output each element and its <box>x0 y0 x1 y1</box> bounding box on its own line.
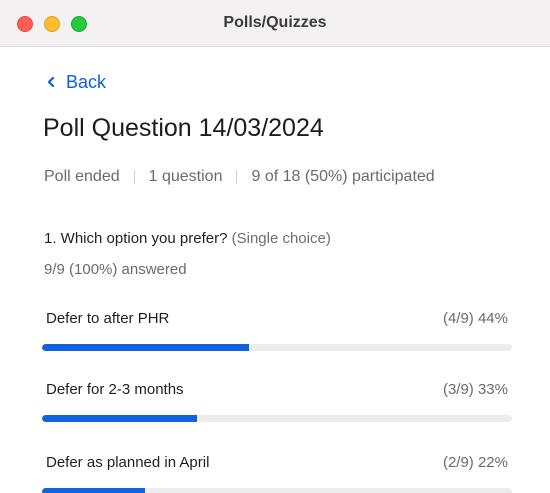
result-bar-track <box>42 344 512 351</box>
result-bar-fill <box>42 488 146 493</box>
window-title: Polls/Quizzes <box>223 14 327 31</box>
option-result: (2/9) 22% <box>442 454 508 471</box>
result-bar-track <box>42 488 512 493</box>
polls-window: Polls/Quizzes Back Poll Question 14/03/2… <box>0 0 550 493</box>
question-heading: 1. Which option you prefer? (Single choi… <box>44 230 331 247</box>
result-bar-fill <box>42 344 249 351</box>
participation-count: 9 of 18 (50%) participated <box>251 168 435 185</box>
option-label: Defer to after PHR <box>46 310 170 327</box>
option-result: (3/9) 33% <box>442 381 508 398</box>
option-label: Defer for 2-3 months <box>46 381 184 398</box>
back-button-label: Back <box>66 71 107 92</box>
option-label: Defer as planned in April <box>46 454 210 471</box>
back-button[interactable]: Back <box>44 70 106 94</box>
result-bar-track <box>42 415 512 422</box>
poll-meta: Poll ended 1 question 9 of 18 (50%) part… <box>44 168 435 186</box>
question-count: 1 question <box>148 168 223 185</box>
answered-count: 9/9 (100%) answered <box>44 261 187 278</box>
option-result: (4/9) 44% <box>442 310 508 327</box>
question-text: 1. Which option you prefer? <box>44 230 228 247</box>
title-bar: Polls/Quizzes <box>0 0 550 47</box>
result-bar-fill <box>42 415 198 422</box>
question-type: (Single choice) <box>231 230 331 247</box>
poll-title: Poll Question 14/03/2024 <box>43 114 324 142</box>
meta-divider <box>133 170 135 184</box>
chevron-left-icon <box>47 76 55 88</box>
poll-status: Poll ended <box>44 168 120 185</box>
meta-divider <box>236 170 238 184</box>
